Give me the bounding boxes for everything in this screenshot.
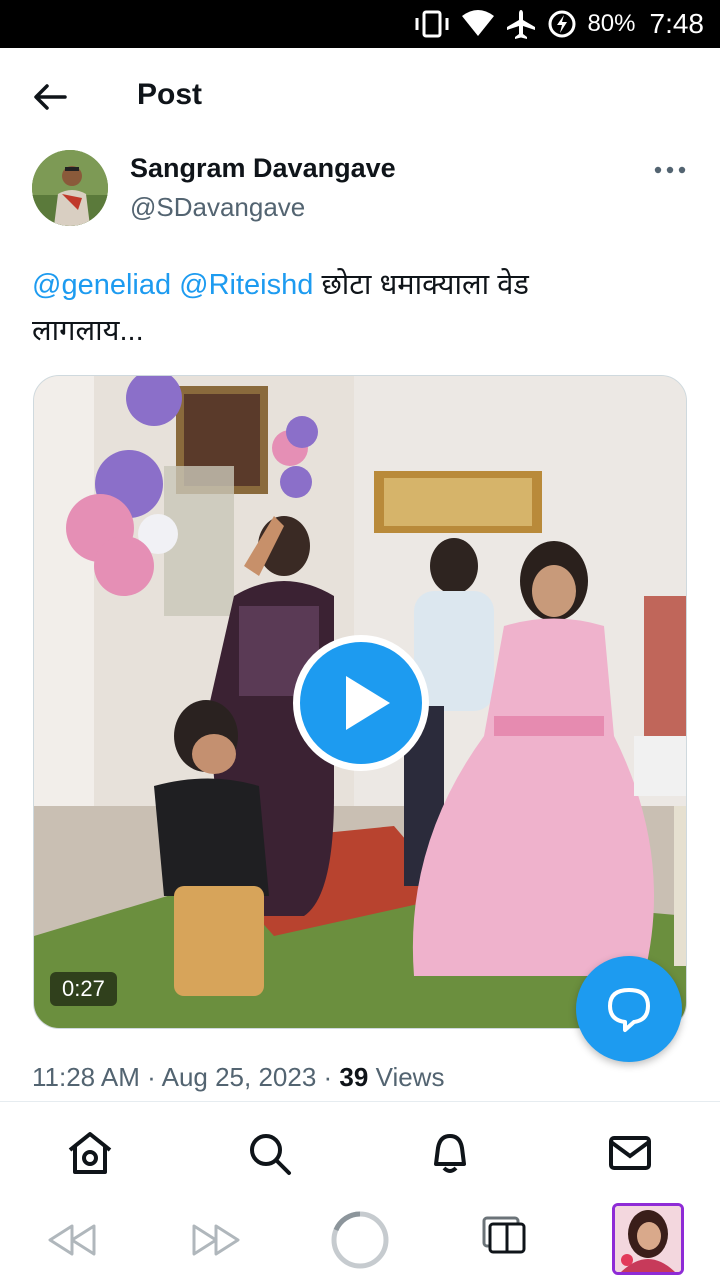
more-horizontal-icon [654, 166, 686, 174]
back-icon [48, 1224, 96, 1256]
back-button[interactable] [32, 82, 68, 112]
reload-icon [331, 1211, 389, 1269]
notifications-icon [434, 1134, 466, 1173]
nav-search[interactable] [246, 1130, 294, 1176]
nav-notifications[interactable] [426, 1130, 474, 1176]
compose-reply-button[interactable] [576, 956, 682, 1062]
tweet-text-line-2: लागलाय... [32, 315, 144, 347]
browser-forward-button[interactable] [190, 1220, 242, 1265]
mention-link[interactable]: @geneliad [32, 269, 171, 301]
nav-messages[interactable] [606, 1130, 654, 1176]
compose-reply-icon [608, 988, 650, 1032]
tabs-icon [482, 1216, 526, 1254]
wifi-icon [461, 10, 495, 38]
video-duration: 0:27 [50, 972, 117, 1006]
views-count[interactable]: 39 [339, 1062, 368, 1092]
airplane-icon [505, 8, 537, 40]
author-name[interactable]: Sangram Davangave [130, 153, 396, 184]
battery-percentage: 80% [587, 10, 636, 37]
tweet-text: @geneliad @Riteishd छोटा धमाक्याला वेड ल… [32, 262, 672, 354]
post-date[interactable]: Aug 25, 2023 [162, 1062, 317, 1092]
play-icon [346, 676, 390, 730]
post-time: 11:28 AM [32, 1062, 140, 1092]
mention-link[interactable]: @Riteishd [179, 269, 313, 301]
arrow-left-icon [34, 84, 67, 110]
clock: 7:48 [649, 8, 705, 39]
page-title: Post [137, 78, 203, 111]
play-button[interactable] [293, 635, 429, 771]
more-button[interactable] [652, 158, 688, 182]
post-meta: 11:28 AM · Aug 25, 2023 · 39 Views [32, 1062, 444, 1093]
browser-tabs-button[interactable] [480, 1214, 528, 1261]
views-label[interactable]: Views [368, 1062, 445, 1092]
video-player[interactable]: 0:27 [33, 375, 687, 1029]
meta-separator: · [316, 1062, 340, 1092]
messages-icon [609, 1136, 651, 1170]
search-icon [250, 1134, 291, 1175]
meta-separator: · [139, 1062, 162, 1092]
status-bar: 80% 7:48 [0, 0, 720, 48]
browser-toolbar [0, 1200, 720, 1280]
browser-back-button[interactable] [46, 1220, 98, 1265]
browser-reload-button[interactable] [330, 1210, 390, 1275]
tweet-text-line-1: छोटा धमाक्याला वेड [313, 269, 529, 301]
nav-home[interactable] [66, 1130, 114, 1176]
vibrate-icon [413, 10, 451, 38]
avatar[interactable] [32, 150, 108, 226]
forward-icon [192, 1224, 240, 1256]
bottom-nav [0, 1102, 720, 1200]
profile-thumbnail[interactable] [612, 1203, 684, 1275]
battery-saver-icon [547, 9, 577, 39]
author-handle[interactable]: @SDavangave [130, 192, 305, 223]
profile-thumbnail-image [615, 1206, 681, 1272]
home-icon [68, 1132, 112, 1174]
